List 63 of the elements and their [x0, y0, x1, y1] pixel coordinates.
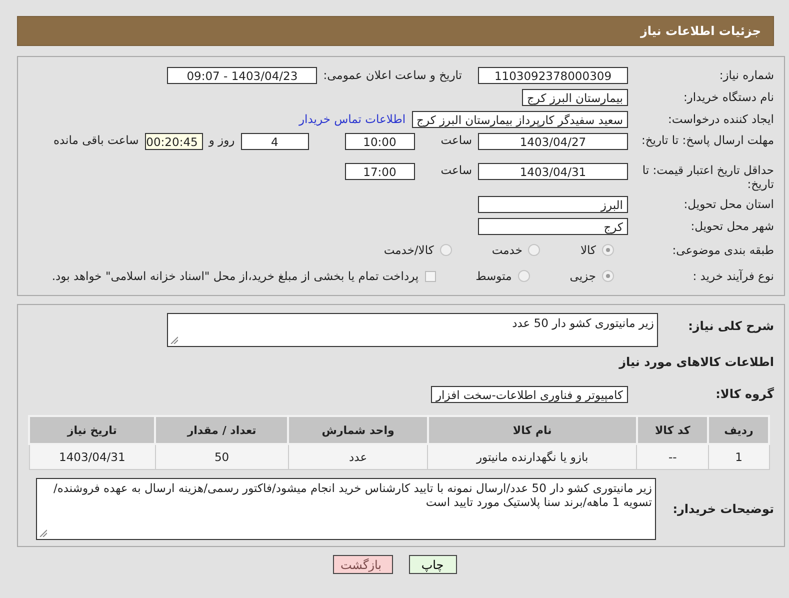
field-label: تاریخ و ساعت اعلان عمومی:	[323, 68, 462, 82]
radio-button[interactable]	[602, 270, 614, 282]
field-label: مهلت ارسال پاسخ: تا تاریخ:	[640, 133, 775, 147]
field-label: استان محل تحویل:	[682, 197, 775, 211]
print-button[interactable]: چاپ	[408, 555, 456, 574]
section-heading: اطلاعات کالاهای مورد نیاز	[618, 354, 775, 371]
table-cell: عدد	[288, 444, 428, 470]
table-cell: 1403/04/31	[29, 444, 156, 470]
radio-button[interactable]	[518, 270, 530, 282]
table-cell: بازو یا نگهدارنده مانیتور	[428, 444, 637, 470]
checkbox[interactable]	[424, 270, 436, 282]
radio-button[interactable]	[602, 244, 614, 256]
option-label: کالا	[580, 243, 596, 257]
field-label: حداقل تاریخ اعتبار قیمت: تا تاریخ:	[641, 163, 775, 191]
column-header: نام کالا	[428, 416, 637, 444]
field-label: ساعت	[440, 163, 472, 177]
field-label: ساعت	[440, 133, 472, 147]
column-header: تعداد / مقدار	[155, 416, 288, 444]
buyer-contact-link[interactable]: اطلاعات تماس خریدار	[299, 112, 406, 126]
time-field: 17:00	[344, 163, 415, 180]
goods-group-field: کامپیوتر و فناوری اطلاعات-سخت افزار	[430, 386, 628, 402]
column-header: واحد شمارش	[288, 416, 428, 444]
field-label: توضیحات خریدار:	[672, 502, 775, 516]
table-cell: 50	[155, 444, 288, 470]
buyer-org-field: بیمارستان البرز کرج	[522, 88, 628, 106]
field-label: ایجاد کننده درخواست:	[667, 112, 775, 126]
option-label: کالا/خدمت	[384, 243, 434, 257]
time-field: 10:00	[344, 133, 415, 150]
remaining-time-field: 00:20:45	[144, 133, 203, 150]
table-cell: 1	[708, 444, 769, 470]
buyer-notes-textarea[interactable]: زیر مانیتوری کشو دار 50 عدد/ارسال نمونه با تایید کارشناس خرید انجام میشود/فاکتور رسمی/هزینه ارسال به عهده فروشنده/تسویه 1 ماهه/برند سنا پلاستیک مورد تایید است	[36, 478, 656, 540]
page-title: جزئیات اطلاعات نیاز	[640, 24, 761, 38]
column-header: تاریخ نیاز	[29, 416, 156, 444]
resize-grip-icon[interactable]	[39, 529, 47, 537]
city-field: کرج	[478, 218, 628, 234]
field-label: طبقه بندی موضوعی:	[671, 243, 775, 257]
field-label: نوع فرآیند خرید :	[692, 269, 775, 283]
days-field: 4	[240, 133, 309, 150]
province-field: البرز	[478, 196, 628, 212]
summary-textarea[interactable]: زیر مانیتوری کشو دار 50 عدد	[167, 313, 658, 347]
option-label: خدمت	[492, 243, 522, 257]
radio-button[interactable]	[528, 244, 540, 256]
field-label: شهر محل تحویل:	[690, 219, 775, 233]
date-field: 1403/04/27	[478, 133, 628, 150]
field-label: شماره نیاز:	[718, 68, 775, 82]
resize-grip-icon[interactable]	[170, 336, 178, 344]
radio-button[interactable]	[440, 244, 452, 256]
field-label: ساعت باقی مانده	[54, 133, 139, 147]
need-number-field: 1103092378000309	[478, 66, 628, 84]
table-cell: --	[636, 444, 708, 470]
creator-field: سعید سفیدگر کارپرداز بیمارستان البرز کرج	[412, 110, 628, 128]
payment-note: پرداخت تمام یا بخشی از مبلغ خرید،از محل "اسناد خزانه اسلامی" خواهد بود.	[52, 269, 419, 283]
date-field: 1403/04/31	[478, 163, 628, 180]
announce-date-field: 1403/04/23 - 09:07	[167, 66, 318, 84]
field-label: شرح کلی نیاز:	[687, 318, 775, 333]
field-label: نام دستگاه خریدار:	[682, 90, 775, 104]
field-label: روز و	[208, 133, 235, 147]
column-header: کد کالا	[636, 416, 708, 444]
option-label: جزیی	[570, 269, 596, 283]
field-label: گروه کالا:	[714, 387, 775, 401]
column-header: ردیف	[708, 416, 769, 444]
back-button[interactable]: بازگشت	[332, 555, 392, 574]
option-label: متوسط	[476, 269, 512, 283]
